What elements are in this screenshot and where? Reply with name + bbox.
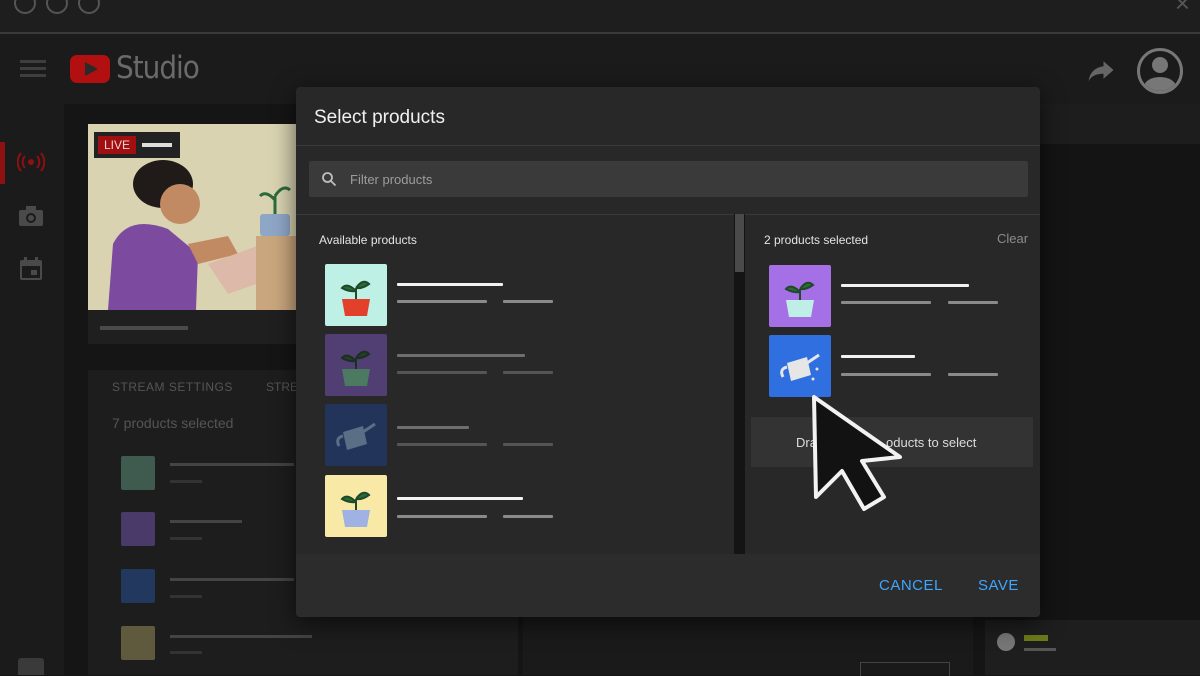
- list-item-line: [170, 595, 202, 598]
- selected-products-header: 2 products selected: [764, 233, 869, 247]
- product-thumbnail[interactable]: [325, 404, 387, 466]
- watering-can-icon: [336, 422, 376, 450]
- product-meta-line: [397, 515, 487, 518]
- selected-product-thumbnail[interactable]: [769, 265, 831, 327]
- watering-can-icon: [780, 353, 820, 381]
- status-badge: [1024, 635, 1048, 641]
- product-meta-line: [397, 443, 487, 446]
- product-meta-line: [503, 515, 553, 518]
- product-meta-line: [948, 373, 998, 376]
- dialog-title: Select products: [314, 107, 445, 128]
- tab-stream-settings[interactable]: STREAM SETTINGS: [112, 380, 233, 394]
- youtube-logo-icon[interactable]: [70, 55, 110, 83]
- selected-product-thumbnail[interactable]: [769, 335, 831, 397]
- pointer-cursor-icon: [812, 395, 902, 511]
- list-item: [121, 456, 155, 490]
- calendar-icon[interactable]: [19, 257, 43, 281]
- select-products-dialog: Select products Filter products Availabl…: [296, 87, 1040, 617]
- filter-placeholder: Filter products: [350, 172, 433, 187]
- panel-button[interactable]: [860, 662, 950, 676]
- share-icon[interactable]: [1086, 55, 1116, 85]
- product-thumbnail[interactable]: [325, 334, 387, 396]
- product-meta-line: [948, 301, 998, 304]
- feedback-icon[interactable]: [18, 658, 44, 675]
- window-titlebar: [0, 0, 1200, 34]
- product-title-line: [841, 284, 969, 287]
- scrollbar[interactable]: [735, 214, 744, 272]
- list-item-line: [170, 635, 312, 638]
- list-item-line: [170, 463, 294, 466]
- live-badge: LIVE: [94, 132, 180, 158]
- list-item-line: [170, 537, 202, 540]
- live-badge-label: LIVE: [98, 136, 136, 154]
- product-title-line: [397, 426, 469, 429]
- product-meta-line: [841, 373, 931, 376]
- list-item: [121, 569, 155, 603]
- product-title-line: [397, 283, 503, 286]
- stream-title-placeholder: [100, 326, 188, 330]
- product-meta-line: [841, 301, 931, 304]
- products-selected-count: 7 products selected: [112, 415, 234, 431]
- plant-pot-icon: [784, 281, 815, 317]
- clear-button[interactable]: Clear: [997, 231, 1028, 246]
- available-products-header: Available products: [319, 233, 417, 247]
- camera-icon[interactable]: [18, 205, 44, 227]
- avatar[interactable]: [1137, 48, 1183, 94]
- product-thumbnail[interactable]: [325, 264, 387, 326]
- list-item: [121, 512, 155, 546]
- plant-pot-icon: [340, 491, 371, 527]
- product-thumbnail[interactable]: [325, 475, 387, 537]
- close-icon[interactable]: ×: [1175, 0, 1190, 19]
- user-icon: [997, 633, 1015, 651]
- list-item-line: [170, 651, 202, 654]
- list-item-line: [170, 520, 242, 523]
- product-title-line: [397, 497, 523, 500]
- product-title-line: [841, 355, 915, 358]
- menu-icon[interactable]: [20, 60, 46, 78]
- save-button[interactable]: SAVE: [978, 577, 1019, 594]
- rail-active-indicator: [0, 142, 5, 184]
- plant-pot-icon: [340, 350, 371, 386]
- product-meta-line: [397, 371, 487, 374]
- left-rail: [0, 104, 64, 675]
- product-meta-line: [397, 300, 487, 303]
- app-title: Studio: [116, 50, 200, 86]
- list-item: [121, 626, 155, 660]
- chat-line: [1024, 648, 1056, 651]
- tab-stream-other[interactable]: STRE: [266, 380, 298, 394]
- product-meta-line: [503, 300, 553, 303]
- search-icon: [322, 172, 337, 187]
- list-item-line: [170, 578, 294, 581]
- plant-pot-icon: [340, 280, 371, 316]
- product-meta-line: [503, 443, 553, 446]
- chat-header: [1040, 104, 1200, 144]
- product-meta-line: [503, 371, 553, 374]
- chat-column: [1040, 104, 1200, 624]
- chat-input-panel: [985, 620, 1200, 675]
- divider: [296, 145, 1040, 146]
- list-item-line: [170, 480, 202, 483]
- cancel-button[interactable]: CANCEL: [879, 577, 943, 594]
- product-title-line: [397, 354, 525, 357]
- live-broadcast-icon[interactable]: [17, 151, 45, 173]
